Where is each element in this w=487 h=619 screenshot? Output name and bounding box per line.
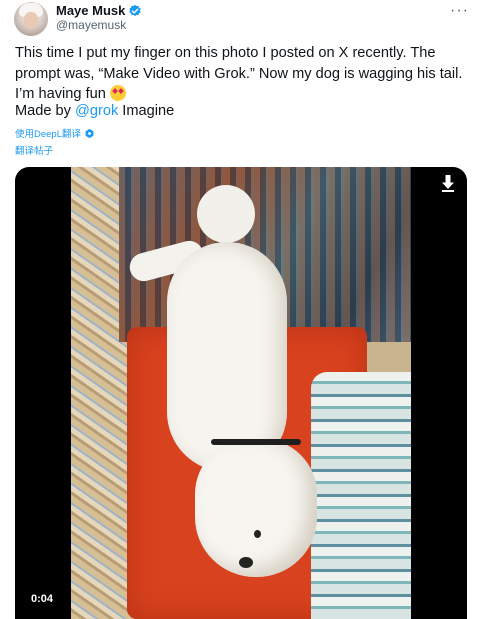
deepl-translate-link[interactable]: 使用DeepL翻译	[15, 126, 81, 140]
made-by-suffix: Imagine	[118, 103, 175, 119]
author-name-row: Maye Musk	[56, 3, 142, 18]
avatar-face	[24, 12, 38, 29]
dog-body	[167, 242, 287, 472]
dog-head	[195, 439, 317, 577]
deepl-logo-icon	[85, 128, 94, 138]
video-player[interactable]: 0:04	[15, 167, 467, 619]
download-icon[interactable]	[440, 174, 456, 192]
deepl-translate-row[interactable]: 使用DeepL翻译	[15, 126, 95, 140]
dog-eye	[254, 530, 261, 538]
translate-post-link[interactable]: 翻译帖子	[15, 143, 53, 157]
video-frame	[71, 167, 411, 619]
more-options-icon[interactable]: ···	[450, 2, 469, 20]
star-struck-emoji	[109, 85, 126, 101]
video-pillow	[311, 372, 411, 619]
dog-nose	[239, 557, 253, 568]
tweet-body: This time I put my finger on this photo …	[15, 45, 463, 102]
avatar[interactable]	[14, 2, 48, 36]
author-handle[interactable]: @mayemusk	[56, 18, 126, 32]
verified-badge-icon	[129, 4, 142, 16]
grok-mention-link[interactable]: @grok	[75, 103, 118, 119]
made-by-line: Made by @grok Imagine	[15, 103, 174, 119]
author-display-name[interactable]: Maye Musk	[56, 3, 125, 18]
dog-collar	[211, 439, 301, 445]
tweet: Maye Musk @mayemusk ··· This time I put …	[0, 0, 487, 619]
video-timestamp: 0:04	[31, 593, 54, 605]
made-by-prefix: Made by	[15, 103, 76, 119]
dog-tail	[197, 185, 255, 243]
tweet-text: This time I put my finger on this photo …	[15, 43, 475, 105]
